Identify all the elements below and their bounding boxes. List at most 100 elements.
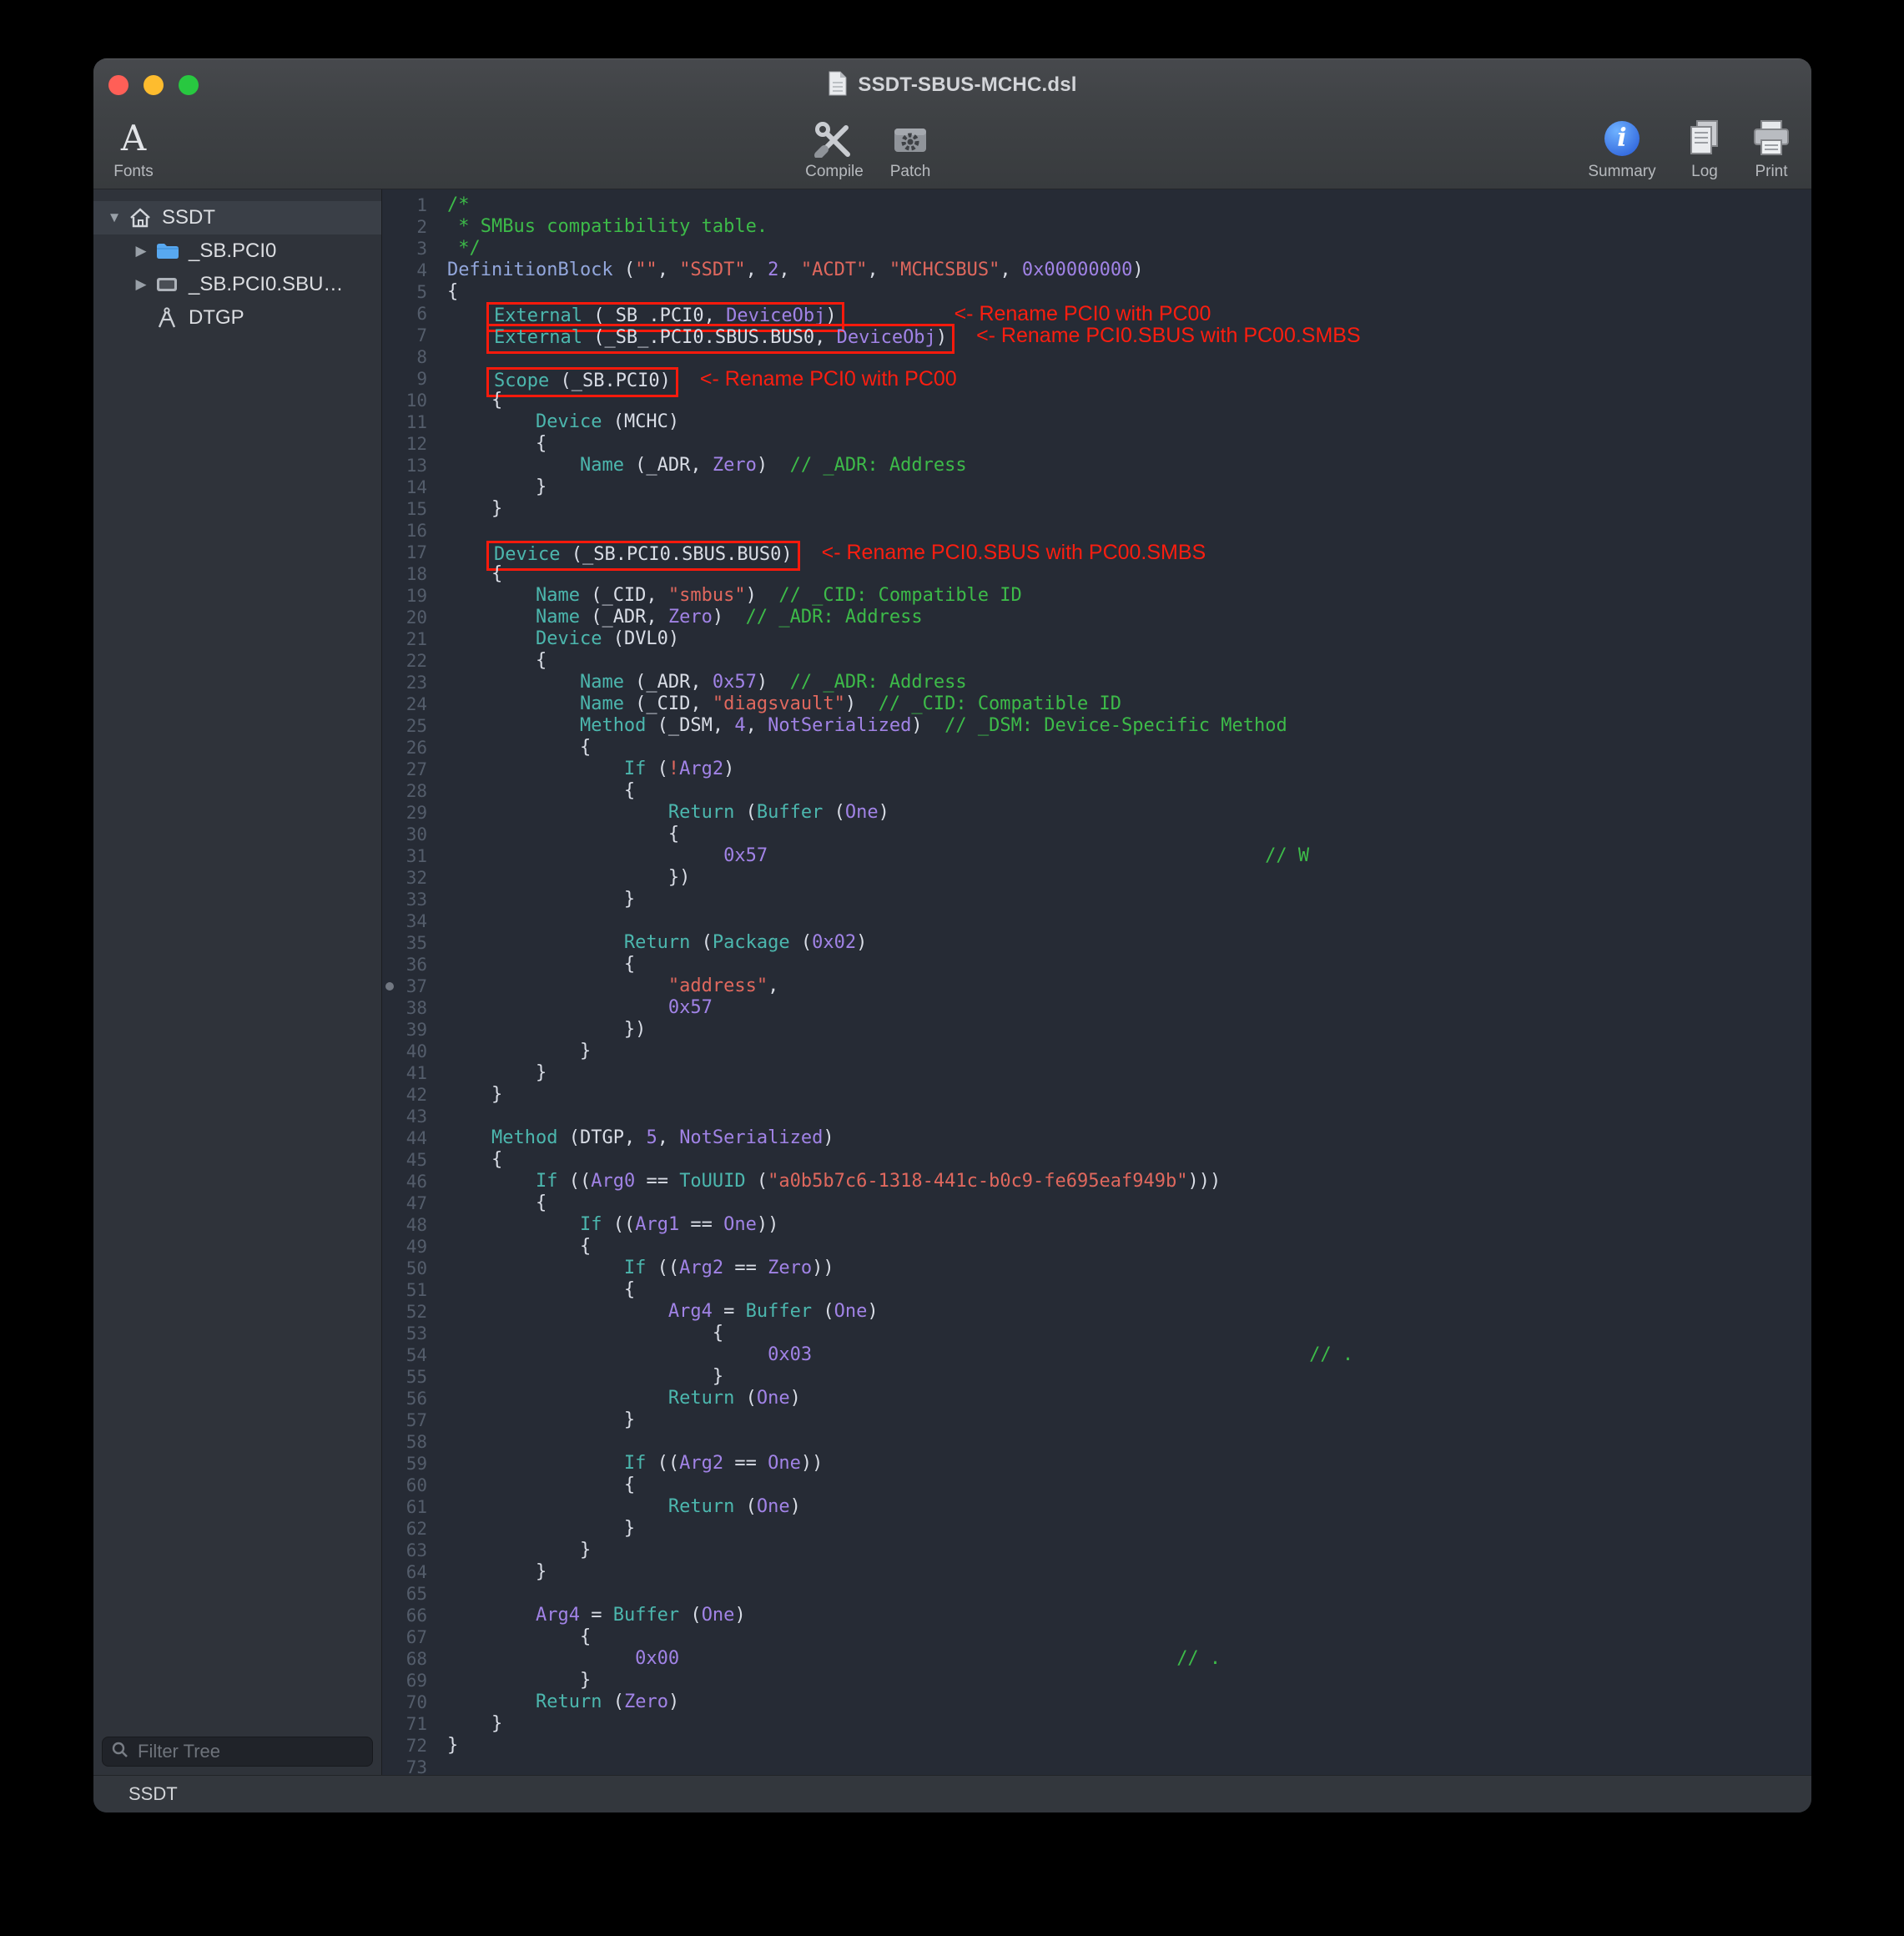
sidebar-item-sb-pci0[interactable]: ▶ _SB.PCI0 — [93, 234, 381, 268]
zoom-button[interactable] — [179, 75, 199, 95]
code-line[interactable]: { — [447, 824, 1811, 845]
code-line[interactable]: If ((Arg2 == One)) — [447, 1453, 1811, 1475]
code-line[interactable]: If ((Arg1 == One)) — [447, 1214, 1811, 1236]
code-line[interactable]: { — [447, 737, 1811, 759]
code-line[interactable]: } — [447, 1366, 1811, 1388]
code-line[interactable]: Scope (_SB.PCI0)<- Rename PCI0 with PC00 — [447, 368, 1811, 390]
code-line[interactable]: External (_SB_.PCI0.SBUS.BUS0, DeviceObj… — [447, 325, 1811, 346]
code-line[interactable]: Arg4 = Buffer (One) — [447, 1605, 1811, 1626]
disclosure-collapsed-icon[interactable]: ▶ — [130, 276, 152, 293]
code-line[interactable]: Arg4 = Buffer (One) — [447, 1301, 1811, 1323]
code-line[interactable]: { — [447, 1192, 1811, 1214]
code-line[interactable]: Return (One) — [447, 1496, 1811, 1518]
code-line[interactable]: { — [447, 1626, 1811, 1648]
code-line[interactable]: } — [447, 1735, 1811, 1757]
code-line[interactable]: { — [447, 281, 1811, 303]
code-line[interactable] — [447, 910, 1811, 932]
line-number: 28 — [382, 780, 427, 802]
code-line[interactable]: { — [447, 780, 1811, 802]
code-line[interactable]: } — [447, 1713, 1811, 1735]
fonts-icon: A — [121, 121, 146, 156]
code-line[interactable]: { — [447, 1236, 1811, 1258]
code-line[interactable]: Name (_ADR, Zero) // _ADR: Address — [447, 607, 1811, 628]
code-line[interactable]: Device (MCHC) — [447, 411, 1811, 433]
code-line[interactable]: }) — [447, 1019, 1811, 1041]
code-line[interactable]: 0x57 — [447, 997, 1811, 1019]
code-line[interactable] — [447, 1106, 1811, 1127]
line-number: 69 — [382, 1670, 427, 1691]
code-line[interactable]: } — [447, 498, 1811, 520]
code-line[interactable]: Name (_CID, "smbus") // _CID: Compatible… — [447, 585, 1811, 607]
code-line[interactable]: Method (_DSM, 4, NotSerialized) // _DSM:… — [447, 715, 1811, 737]
code-line[interactable]: } — [447, 476, 1811, 498]
code-line[interactable]: { — [447, 650, 1811, 672]
code-editor[interactable]: 1234567891011121314151617181920212223242… — [382, 189, 1811, 1775]
code-line[interactable]: { — [447, 1323, 1811, 1344]
patch-button[interactable]: Patch — [852, 115, 969, 181]
line-number: 48 — [382, 1214, 427, 1236]
code-line[interactable]: } — [447, 1670, 1811, 1691]
code-line[interactable]: }) — [447, 867, 1811, 889]
code-line[interactable]: } — [447, 1062, 1811, 1084]
code-line[interactable]: } — [447, 889, 1811, 910]
code-line[interactable]: */ — [447, 238, 1811, 260]
code-line[interactable]: } — [447, 1409, 1811, 1431]
line-number: 7 — [382, 325, 427, 346]
code-line[interactable]: Return (One) — [447, 1388, 1811, 1409]
code-line[interactable]: Device (DVL0) — [447, 628, 1811, 650]
rename-annotation: <- Rename PCI0.SBUS with PC00.SMBS — [976, 324, 1361, 347]
code-line[interactable]: /* — [447, 194, 1811, 216]
code-line[interactable]: } — [447, 1084, 1811, 1106]
filter-tree-input[interactable] — [136, 1740, 364, 1763]
code-line[interactable]: Device (_SB.PCI0.SBUS.BUS0)<- Rename PCI… — [447, 542, 1811, 563]
code-line[interactable]: If ((Arg2 == Zero)) — [447, 1258, 1811, 1279]
code-line[interactable]: Name (_ADR, Zero) // _ADR: Address — [447, 455, 1811, 476]
sidebar-item-sb-pci0-sbus[interactable]: ▶ _SB.PCI0.SBU… — [93, 268, 381, 301]
code-line[interactable]: { — [447, 1149, 1811, 1171]
print-button[interactable]: Print — [1713, 115, 1811, 181]
line-number: 52 — [382, 1301, 427, 1323]
code-line[interactable]: 0x03 // . — [447, 1344, 1811, 1366]
code-line[interactable]: "address", — [447, 976, 1811, 997]
printer-icon — [1750, 115, 1792, 162]
disclosure-expanded-icon[interactable]: ▼ — [103, 209, 125, 226]
code-line[interactable]: } — [447, 1041, 1811, 1062]
sidebar-item-ssdt[interactable]: ▼ SSDT — [93, 201, 381, 234]
fonts-button[interactable]: A Fonts — [93, 115, 192, 181]
code-line[interactable]: { — [447, 1279, 1811, 1301]
code-line[interactable]: Name (_ADR, 0x57) // _ADR: Address — [447, 672, 1811, 693]
code-line[interactable] — [447, 1757, 1811, 1775]
code-line[interactable]: 0x00 // . — [447, 1648, 1811, 1670]
code-line[interactable]: Method (DTGP, 5, NotSerialized) — [447, 1127, 1811, 1149]
code-line[interactable]: Return (Zero) — [447, 1691, 1811, 1713]
code-line[interactable] — [447, 1583, 1811, 1605]
code-line[interactable]: * SMBus compatibility table. — [447, 216, 1811, 238]
code-line[interactable]: { — [447, 954, 1811, 976]
disclosure-collapsed-icon[interactable]: ▶ — [130, 243, 152, 260]
code-line[interactable]: { — [447, 1475, 1811, 1496]
code-line[interactable]: Name (_CID, "diagsvault") // _CID: Compa… — [447, 693, 1811, 715]
code-line[interactable]: 0x57 // W — [447, 845, 1811, 867]
line-number: 21 — [382, 628, 427, 650]
line-number: 22 — [382, 650, 427, 672]
code-line[interactable]: DefinitionBlock ("", "SSDT", 2, "ACDT", … — [447, 260, 1811, 281]
close-button[interactable] — [108, 75, 128, 95]
code-line[interactable]: } — [447, 1518, 1811, 1540]
minimize-button[interactable] — [144, 75, 164, 95]
code-line[interactable]: Return (Buffer (One) — [447, 802, 1811, 824]
filter-tree-field[interactable] — [102, 1737, 373, 1767]
code-line[interactable]: } — [447, 1561, 1811, 1583]
line-number: 59 — [382, 1453, 427, 1475]
code-line[interactable]: External (_SB_.PCI0, DeviceObj) <- Renam… — [447, 303, 1811, 325]
code-line[interactable]: If ((Arg0 == ToUUID ("a0b5b7c6-1318-441c… — [447, 1171, 1811, 1192]
line-number: 36 — [382, 954, 427, 976]
code-line[interactable]: If (!Arg2) — [447, 759, 1811, 780]
code-lines[interactable]: /* * SMBus compatibility table. */Defini… — [436, 194, 1811, 1775]
code-line[interactable] — [447, 1431, 1811, 1453]
code-line[interactable]: { — [447, 433, 1811, 455]
sidebar-item-dtgp[interactable]: DTGP — [93, 301, 381, 335]
code-line[interactable]: Return (Package (0x02) — [447, 932, 1811, 954]
code-line[interactable]: } — [447, 1540, 1811, 1561]
code-line[interactable] — [447, 520, 1811, 542]
rename-annotation: <- Rename PCI0 with PC00 — [955, 302, 1211, 325]
